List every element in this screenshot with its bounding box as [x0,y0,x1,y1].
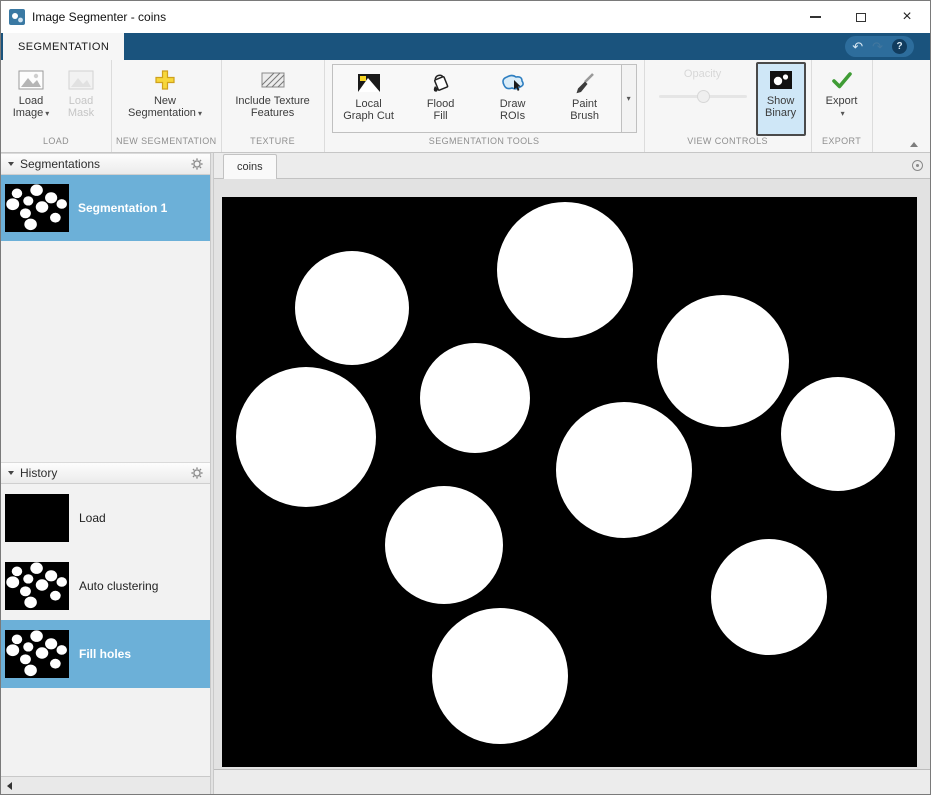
gear-icon[interactable] [191,158,203,170]
collapse-ribbon-icon[interactable] [910,142,918,147]
titlebar: Image Segmenter - coins × [1,1,930,33]
collapse-panel-icon [8,471,14,475]
check-icon [831,65,853,95]
maximize-icon [856,13,866,22]
export-button[interactable]: Export ▾ [817,62,867,136]
quick-access-toolbar: ↶ ↷ ? [845,36,914,57]
collapse-sidebar-icon[interactable] [7,782,12,790]
segmentation-thumbnail [5,184,69,232]
redo-icon[interactable]: ↷ [872,40,883,53]
collapse-panel-icon [8,162,14,166]
section-label-new-segmentation: NEW SEGMENTATION [112,136,221,152]
section-export: Export ▾ EXPORT [812,60,873,152]
show-binary-toggle[interactable]: Show Binary [756,62,806,136]
flood-fill-button[interactable]: Flood Fill [405,65,477,132]
masked-image-icon [68,65,94,95]
document-tab-coins[interactable]: coins [223,154,277,179]
caret-down-icon: ▾ [45,109,49,118]
binary-image-icon [770,65,792,95]
texture-icon [261,65,285,95]
tab-segmentation[interactable]: SEGMENTATION [3,33,124,60]
load-mask-button[interactable]: Load Mask [56,62,106,136]
segmentations-panel-header[interactable]: Segmentations [1,153,210,175]
section-segmentation-tools: Local Graph Cut Flood Fill [325,60,645,152]
bottom-panel [214,769,930,794]
document-tabbar: coins [214,153,930,179]
history-item-fill-holes[interactable]: Fill holes [1,620,210,688]
history-thumbnail [5,562,69,610]
image-icon [18,65,44,95]
main-panel: coins [214,153,930,794]
segmentation-item-label: Segmentation 1 [78,201,167,215]
include-texture-button[interactable]: Include Texture Features [227,62,319,136]
segmentation-item[interactable]: Segmentation 1 [1,175,210,241]
tools-gallery: Local Graph Cut Flood Fill [332,64,637,133]
caret-down-icon: ▾ [627,94,631,103]
caret-down-icon: ▾ [198,109,202,118]
section-label-view-controls: VIEW CONTROLS [645,136,811,152]
close-button[interactable]: × [884,1,930,33]
section-texture: Include Texture Features TEXTURE [222,60,325,152]
opacity-control: Opacity [650,62,756,136]
caret-down-icon: ▾ [841,109,845,118]
opacity-slider[interactable] [659,90,747,103]
new-segmentation-button[interactable]: New Segmentation▾ [117,62,213,136]
tools-gallery-expand-button[interactable]: ▾ [621,65,636,132]
binary-image[interactable] [222,197,917,767]
minimize-button[interactable] [792,1,838,33]
sidebar: Segmentations Segmentation 1 History Loa… [1,153,210,794]
paint-brush-button[interactable]: Paint Brush [549,65,621,132]
close-icon: × [902,9,911,25]
history-thumbnail [5,494,69,542]
opacity-label: Opacity [684,68,721,80]
section-label-segmentation-tools: SEGMENTATION TOOLS [325,136,644,152]
history-panel-header[interactable]: History [1,462,210,484]
history-item-label: Fill holes [79,647,131,661]
history-item-label: Load [79,511,106,525]
section-load: Load Image▾ Load Mask LOAD [1,60,112,152]
history-header-label: History [20,466,57,480]
help-icon[interactable]: ? [892,39,907,54]
window-controls: × [792,1,930,33]
gear-icon[interactable] [191,467,203,479]
history-item-auto-clustering[interactable]: Auto clustering [1,552,210,620]
slider-thumb[interactable] [697,90,710,103]
undo-icon[interactable]: ↶ [852,40,863,53]
section-label-export: EXPORT [812,136,872,152]
graph-cut-icon [357,68,381,98]
load-image-button[interactable]: Load Image▾ [6,62,56,136]
sidebar-bottom-bar [1,776,210,794]
section-label-load: LOAD [1,136,111,152]
paint-brush-icon [574,68,596,98]
ribbon-tabstrip: SEGMENTATION ↶ ↷ ? [1,33,930,60]
minimize-icon [810,16,821,18]
section-view-controls: Opacity Show Binary VIEW CONTROLS [645,60,812,152]
history-thumbnail [5,630,69,678]
flood-fill-icon [429,68,453,98]
section-new-segmentation: New Segmentation▾ NEW SEGMENTATION [112,60,222,152]
draw-rois-button[interactable]: Draw ROIs [477,65,549,132]
draw-rois-icon [500,68,526,98]
plus-icon [153,65,177,95]
maximize-button[interactable] [838,1,884,33]
segmentations-header-label: Segmentations [20,157,100,171]
history-item-label: Auto clustering [79,579,158,593]
ribbon-filler [873,60,930,152]
app-icon [9,9,25,25]
content: Segmentations Segmentation 1 History Loa… [1,153,930,794]
panel-options-icon[interactable] [912,160,923,171]
image-canvas-area [214,179,930,769]
ribbon: Load Image▾ Load Mask LOAD [1,60,930,153]
history-item-load[interactable]: Load [1,484,210,552]
segmentations-panel-body [1,241,210,462]
window-title: Image Segmenter - coins [32,10,166,24]
history-panel-body [1,688,210,776]
image-segmenter-window: Image Segmenter - coins × SEGMENTATION ↶… [0,0,931,795]
local-graph-cut-button[interactable]: Local Graph Cut [333,65,405,132]
section-label-texture: TEXTURE [222,136,324,152]
